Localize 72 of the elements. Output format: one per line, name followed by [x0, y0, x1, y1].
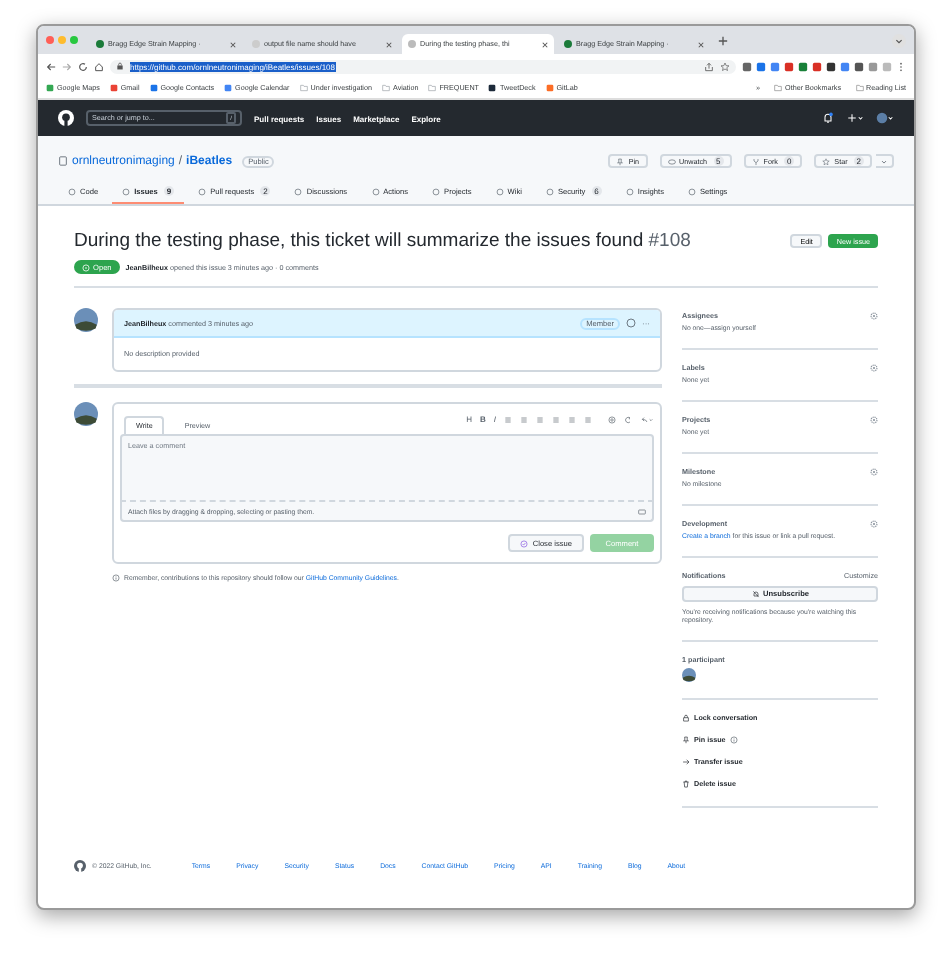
- info-icon: [112, 574, 120, 582]
- settings-icon[interactable]: [870, 364, 878, 372]
- fork-icon: [751, 157, 760, 165]
- tab-icon: [122, 187, 131, 195]
- folder-icon: [774, 84, 783, 92]
- star-icon: [822, 157, 831, 165]
- folder-icon: [428, 84, 437, 92]
- settings-icon[interactable]: [870, 312, 878, 320]
- open-issue-icon: [82, 263, 90, 271]
- close-icon[interactable]: [542, 41, 548, 47]
- eye-icon: [667, 157, 676, 165]
- tab-icon: [687, 187, 696, 195]
- folder-icon: [381, 84, 390, 92]
- logo-icon[interactable]: [74, 860, 86, 872]
- avatar-icon[interactable]: [876, 112, 894, 124]
- smiley-icon[interactable]: [626, 318, 636, 328]
- share-icon[interactable]: [704, 61, 714, 71]
- tab-icon: [625, 187, 634, 195]
- bookmark-icon: [224, 84, 233, 92]
- close-icon[interactable]: [698, 41, 704, 47]
- plus-icon[interactable]: [846, 112, 864, 124]
- favicon-icon: [96, 40, 104, 48]
- logo-icon[interactable]: [58, 110, 74, 126]
- tab-icon: [371, 187, 380, 195]
- star-dropdown-button[interactable]: [876, 154, 894, 168]
- trash-icon: [682, 780, 690, 788]
- settings-icon[interactable]: [870, 416, 878, 424]
- reply-icon[interactable]: [640, 415, 654, 423]
- markdown-icon: [638, 507, 646, 515]
- reference-icon[interactable]: [624, 415, 632, 423]
- bookmark-icon: [545, 84, 554, 92]
- lock-icon: [682, 714, 690, 722]
- tab-icon: [68, 187, 76, 195]
- home-icon[interactable]: [94, 61, 104, 71]
- bookmark-icon: [109, 84, 118, 92]
- bookmark-icon: [46, 84, 54, 92]
- tab-icon: [294, 187, 303, 195]
- mention-icon[interactable]: [608, 415, 616, 423]
- forward-icon[interactable]: [62, 61, 72, 71]
- pin-icon: [682, 736, 690, 744]
- arrow-icon: [682, 758, 690, 766]
- favicon-icon: [564, 40, 572, 48]
- star-icon[interactable]: [720, 61, 730, 71]
- settings-icon[interactable]: [870, 520, 878, 528]
- folder-icon: [299, 84, 308, 92]
- favicon-icon: [408, 40, 416, 48]
- avatar[interactable]: [74, 402, 98, 426]
- issue-title: During the testing phase, this ticket will summarize the issues found #108: [74, 230, 693, 252]
- tab-icon: [495, 187, 504, 195]
- tab-icon: [432, 187, 441, 195]
- tab-menu-icon[interactable]: [892, 33, 906, 47]
- settings-icon[interactable]: [870, 468, 878, 476]
- bookmark-icon: [149, 84, 158, 92]
- tab-icon: [198, 187, 207, 195]
- back-icon[interactable]: [46, 61, 56, 71]
- folder-icon: [855, 84, 864, 92]
- new-tab-icon[interactable]: [718, 35, 728, 45]
- bell-slash-icon: [751, 590, 759, 598]
- lock-icon: [116, 62, 124, 70]
- caret-icon: [880, 157, 888, 165]
- bookmark-icon: [488, 84, 497, 92]
- tab-icon: [545, 187, 554, 195]
- info-icon[interactable]: [729, 736, 738, 744]
- bell-icon[interactable]: [822, 112, 834, 124]
- close-icon[interactable]: [386, 41, 392, 47]
- avatar[interactable]: [74, 308, 98, 332]
- repo-icon: [58, 156, 68, 166]
- close-icon[interactable]: [230, 41, 236, 47]
- participant-avatar[interactable]: [682, 668, 696, 682]
- check-circle-icon: [520, 539, 529, 547]
- reload-icon[interactable]: [78, 61, 88, 71]
- pin-icon: [616, 157, 625, 165]
